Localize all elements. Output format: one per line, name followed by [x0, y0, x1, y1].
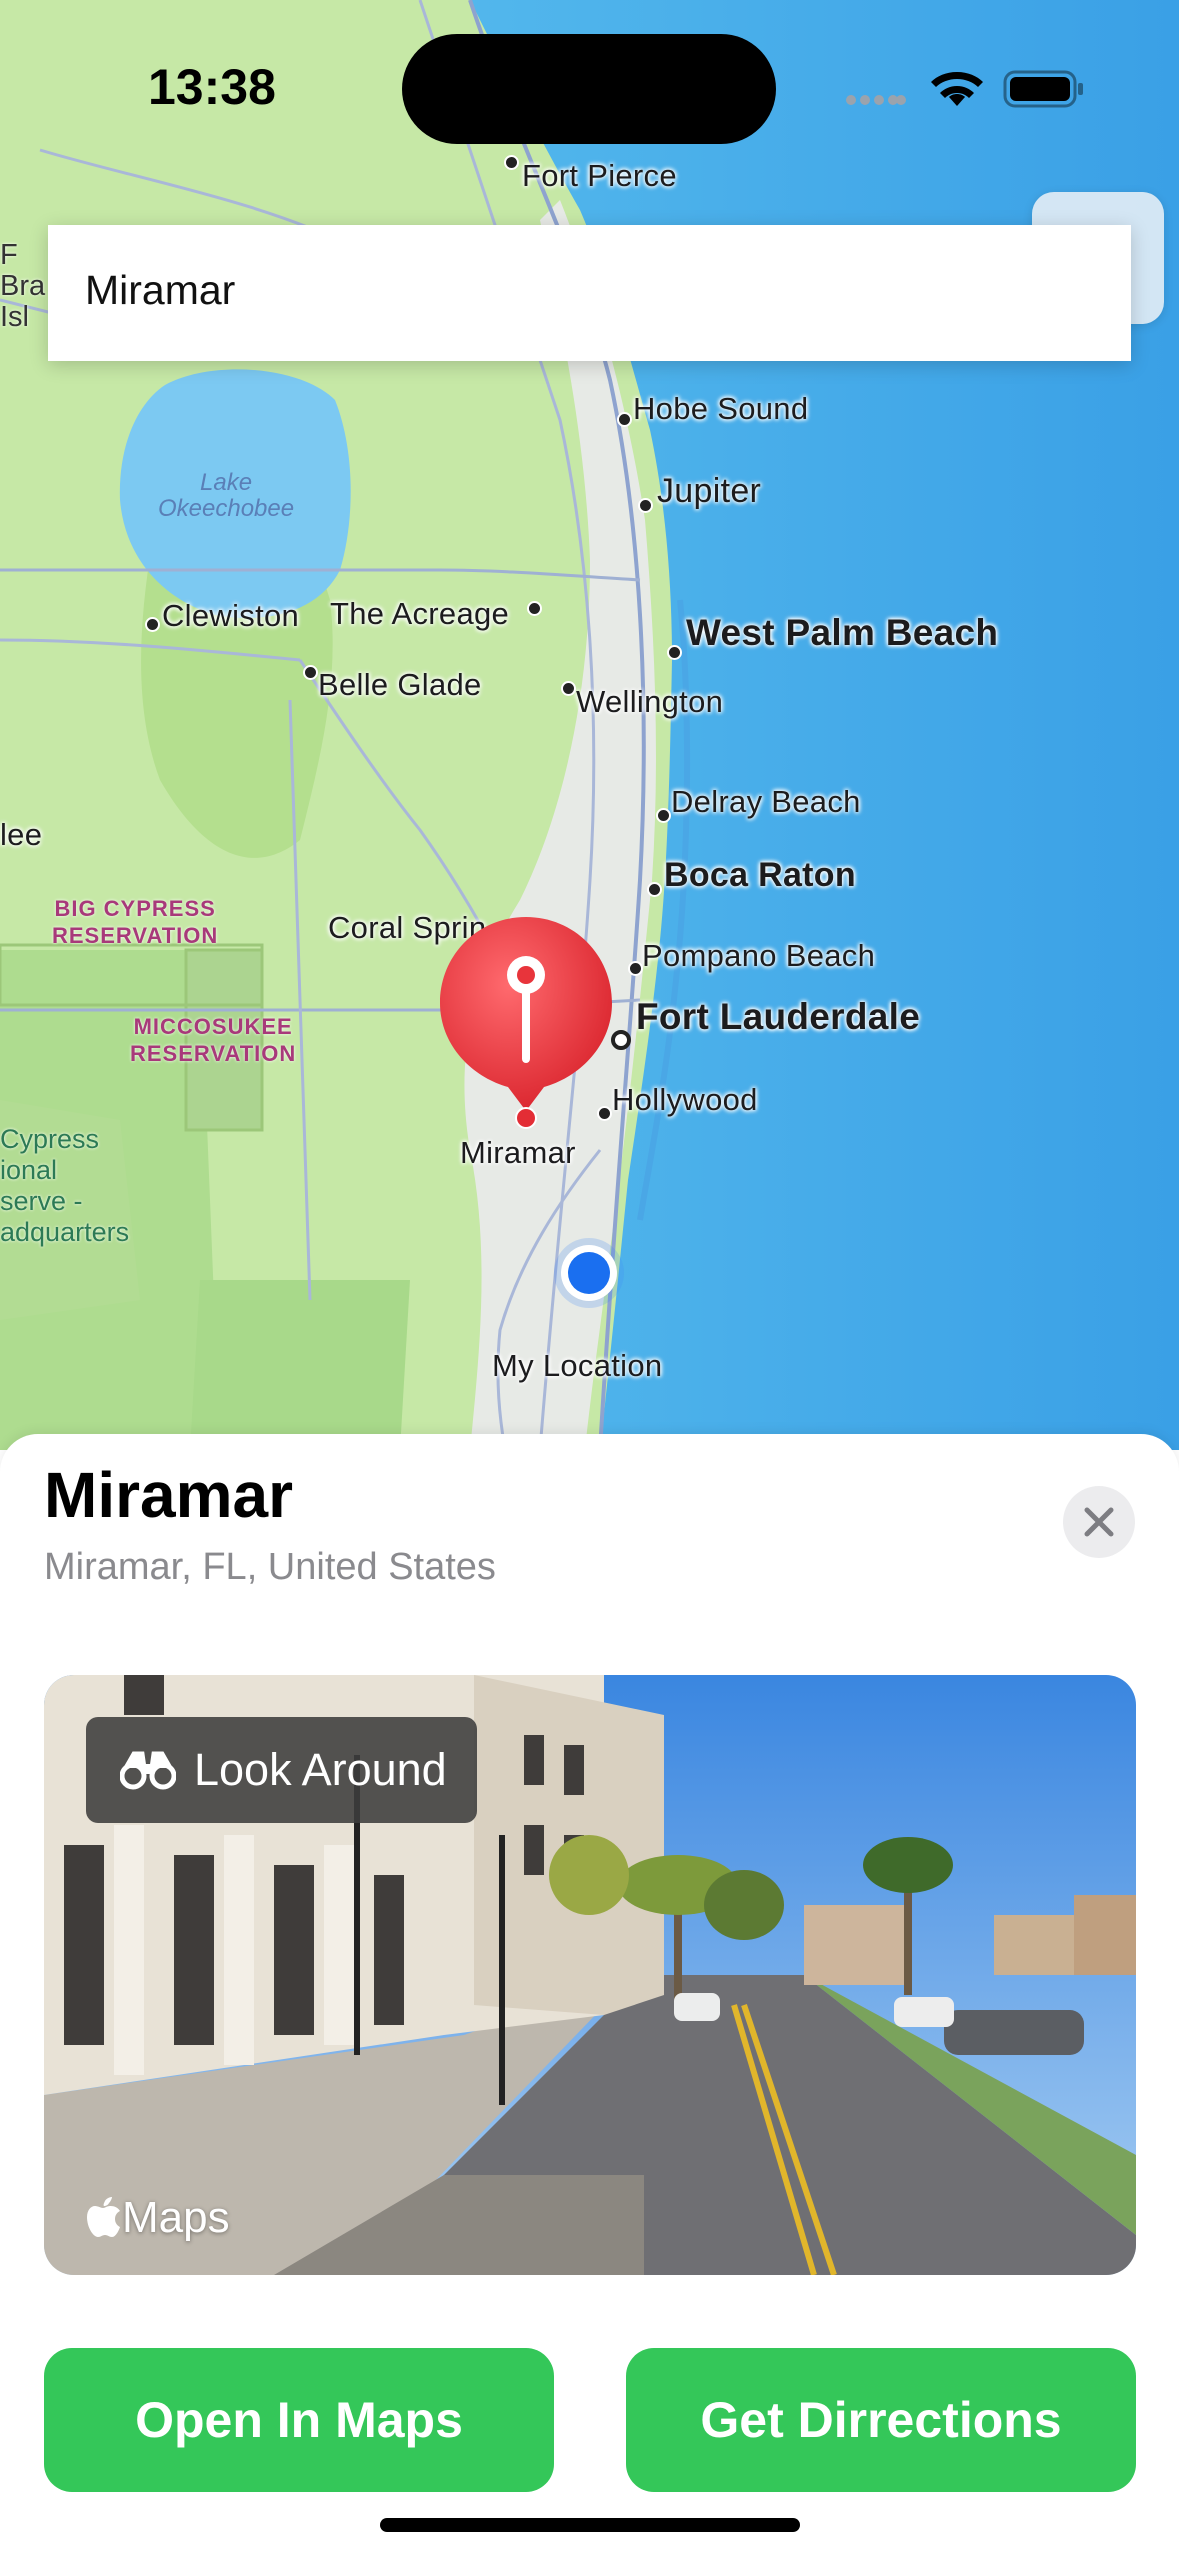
location-pin[interactable]: [440, 915, 612, 1135]
city-label: Hobe Sound: [633, 391, 809, 426]
city-dot: [667, 645, 682, 660]
search-value: Miramar: [85, 267, 236, 313]
city-label: Wellington: [576, 684, 724, 719]
city-label: Fort Lauderdale: [636, 996, 921, 1037]
city-dot: [617, 412, 632, 427]
park-label-miccosukee: MICCOSUKEE RESERVATION: [130, 1014, 297, 1066]
preserve-label: Cypress ional serve - adquarters: [0, 1124, 130, 1247]
maps-brand: Maps: [86, 2193, 230, 2243]
pin-marker-icon: [440, 917, 612, 1129]
look-around-label: Look Around: [194, 1744, 447, 1795]
close-button[interactable]: [1063, 1486, 1135, 1558]
city-dot: [504, 155, 519, 170]
pin-label: Miramar: [460, 1135, 576, 1170]
city-label: West Palm Beach: [686, 612, 999, 653]
dynamic-island: [402, 34, 776, 144]
battery-icon: [1003, 70, 1083, 108]
lake-label: Lake Okeechobee: [158, 469, 295, 522]
city-label: Fort Pierce: [522, 158, 677, 193]
status-indicators: [845, 66, 1085, 110]
apple-logo-icon: [87, 2197, 120, 2237]
park-label-big-cypress: BIG CYPRESS RESERVATION: [52, 896, 219, 948]
city-dot: [527, 601, 542, 616]
look-around-preview[interactable]: Look Around Maps: [44, 1675, 1136, 2275]
city-dot: [303, 665, 318, 680]
place-card: Miramar Miramar, FL, United States Look …: [0, 1434, 1179, 2556]
maps-brand-label: Maps: [122, 2193, 230, 2242]
city-label: lee: [0, 817, 43, 852]
get-directions-button[interactable]: Get Dirrections: [626, 2348, 1136, 2492]
city-label: Clewiston: [162, 598, 300, 633]
city-label: Pompano Beach: [642, 938, 876, 973]
wifi-icon: [931, 72, 983, 106]
search-field[interactable]: Miramar: [48, 225, 1131, 361]
close-icon: [1084, 1507, 1114, 1537]
open-in-maps-button[interactable]: Open In Maps: [44, 2348, 554, 2492]
binoculars-icon: [120, 1751, 176, 1790]
my-location-label: My Location: [492, 1348, 663, 1383]
home-indicator[interactable]: [380, 2518, 800, 2532]
city-dot: [656, 808, 671, 823]
city-label: Hollywood: [612, 1082, 758, 1117]
map-base: [0, 0, 1179, 1450]
map-view[interactable]: Lake Okeechobee BIG CYPRESS RESERVATION MI…: [0, 0, 1179, 1450]
city-label: Delray Beach: [671, 784, 861, 819]
place-title: Miramar: [44, 1459, 293, 1531]
city-dot: [611, 1030, 631, 1050]
place-subtitle: Miramar, FL, United States: [44, 1546, 496, 1588]
city-dot: [628, 961, 643, 976]
user-location-marker[interactable]: [554, 1238, 624, 1308]
city-label: Boca Raton: [664, 856, 856, 894]
city-label: The Acreage: [330, 596, 510, 631]
status-time: 13:38: [148, 59, 276, 115]
city-label: Belle Glade: [318, 667, 482, 702]
signal-icon: [846, 95, 906, 105]
clipped-label: F Bra Isl: [0, 239, 46, 333]
user-location-dot: [568, 1252, 610, 1294]
city-dot: [647, 882, 662, 897]
city-dot: [561, 681, 576, 696]
city-dot: [145, 617, 160, 632]
city-label: Jupiter: [657, 472, 762, 510]
look-around-badge[interactable]: Look Around: [86, 1717, 477, 1823]
city-dot: [638, 498, 653, 513]
